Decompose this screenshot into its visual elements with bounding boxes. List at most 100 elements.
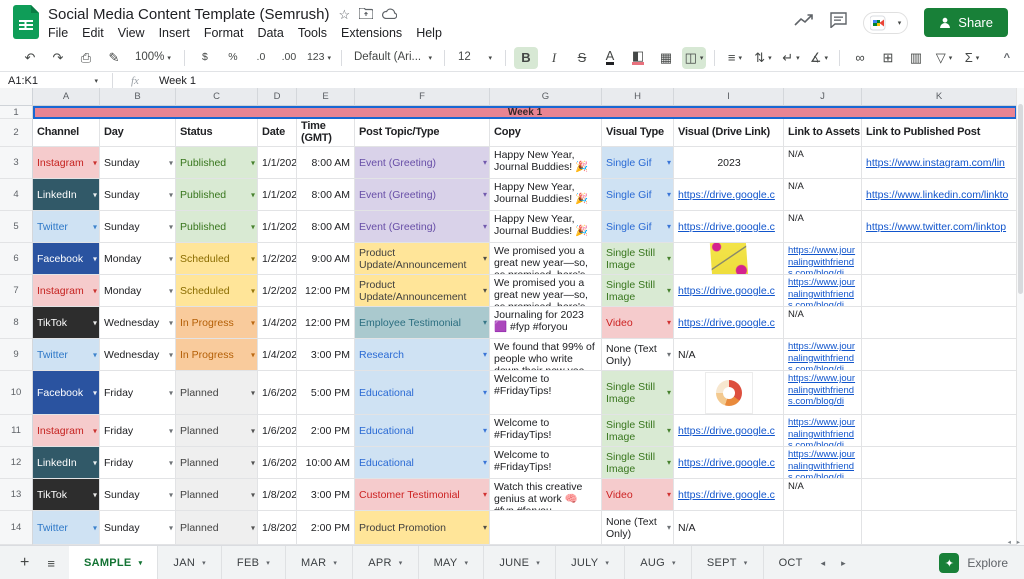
column-header-d[interactable]: D: [258, 88, 297, 106]
cell-date[interactable]: 1/2/2023: [258, 243, 297, 275]
row-number[interactable]: 12: [0, 447, 33, 479]
cell-link-to-assets[interactable]: N/A: [784, 307, 862, 339]
cell-status[interactable]: Published▾: [176, 147, 258, 179]
sheet-tab-apr[interactable]: APR▾: [353, 546, 418, 579]
cell-post-topic[interactable]: Product Update/Announcement▾: [355, 243, 490, 275]
merge-cells-icon[interactable]: ◫▾: [682, 47, 706, 69]
text-rotation-icon[interactable]: ∡▾: [807, 47, 831, 69]
cell-copy[interactable]: Watch this creative genius at work 🧠 #fy…: [490, 479, 602, 511]
menu-insert[interactable]: Insert: [152, 25, 197, 41]
cell-copy[interactable]: Welcome to #FridayTips!: [490, 415, 602, 447]
cell-date[interactable]: 1/8/2023: [258, 511, 297, 545]
cell-status[interactable]: Planned▾: [176, 415, 258, 447]
row-number[interactable]: 1: [0, 106, 33, 119]
sheet-tab-oct[interactable]: OCT: [764, 546, 813, 579]
sheet-tab-jan[interactable]: JAN▾: [158, 546, 222, 579]
star-icon[interactable]: ☆: [339, 8, 351, 21]
cell-link-to-published-post[interactable]: [862, 339, 1017, 371]
cell-date[interactable]: 1/4/2023: [258, 339, 297, 371]
column-header-f[interactable]: F: [355, 88, 490, 106]
explore-button[interactable]: ✦ Explore: [939, 553, 1008, 573]
cell-visual-type[interactable]: Single Still Image▾: [602, 275, 674, 307]
horizontal-align-icon[interactable]: ≡▾: [723, 47, 747, 69]
cell-channel[interactable]: Instagram▾: [33, 147, 100, 179]
more-formats-icon[interactable]: 123▾: [305, 47, 333, 69]
cell-day[interactable]: Friday▾: [100, 371, 176, 415]
sheets-logo[interactable]: [13, 5, 39, 44]
cell-visual-drive-link[interactable]: [674, 243, 784, 275]
cell-copy[interactable]: Happy New Year, Journal Buddies! 🎉: [490, 211, 602, 243]
drive-link[interactable]: https://drive.google.c: [678, 489, 775, 501]
cell-link-to-assets[interactable]: https://www.journalingwithfriends.com/bl…: [784, 243, 862, 275]
row-number[interactable]: 8: [0, 307, 33, 339]
vertical-align-icon[interactable]: ⇅▾: [751, 47, 775, 69]
cell-status[interactable]: Scheduled▾: [176, 243, 258, 275]
cell-date[interactable]: 1/8/2023: [258, 479, 297, 511]
functions-icon[interactable]: Σ▾: [960, 47, 984, 69]
cell-time[interactable]: 8:00 AM: [297, 179, 355, 211]
assets-link[interactable]: https://www.journalingwithfriends.com/bl…: [788, 341, 858, 371]
sheet-tab-july[interactable]: JULY▾: [556, 546, 625, 579]
activity-history-icon[interactable]: [794, 13, 814, 32]
donut-chart-thumbnail[interactable]: [705, 372, 753, 414]
dropdown-arrow-icon[interactable]: ▾: [536, 559, 540, 567]
cell-day[interactable]: Wednesday▾: [100, 307, 176, 339]
cell-visual-drive-link[interactable]: https://drive.google.c: [674, 211, 784, 243]
row-number[interactable]: 2: [0, 119, 33, 147]
dropdown-arrow-icon[interactable]: ▾: [202, 559, 206, 567]
decrease-decimal-icon[interactable]: .0: [249, 47, 273, 69]
cell-link-to-assets[interactable]: https://www.journalingwithfriends.com/bl…: [784, 275, 862, 307]
cell-channel[interactable]: LinkedIn▾: [33, 447, 100, 479]
cell-status[interactable]: In Progress▾: [176, 339, 258, 371]
cell-channel[interactable]: Instagram▾: [33, 415, 100, 447]
strikethrough-icon[interactable]: S: [570, 47, 594, 69]
cell-link-to-published-post[interactable]: https://www.linkedin.com/linkto: [862, 179, 1017, 211]
cell-post-topic[interactable]: Employee Testimonial▾: [355, 307, 490, 339]
cell-visual-drive-link[interactable]: N/A: [674, 511, 784, 545]
format-percent-icon[interactable]: %: [221, 47, 245, 69]
move-to-folder-icon[interactable]: [359, 8, 373, 21]
cell-date[interactable]: 1/1/2023: [258, 179, 297, 211]
cell-time[interactable]: 10:00 AM: [297, 447, 355, 479]
published-post-link[interactable]: https://www.linkedin.com/linkto: [866, 189, 1008, 201]
cell-time[interactable]: 9:00 AM: [297, 243, 355, 275]
cell-copy[interactable]: Journaling for 2023 🟪 #fyp #foryou: [490, 307, 602, 339]
cell-date[interactable]: 1/4/2023: [258, 307, 297, 339]
dropdown-arrow-icon[interactable]: ▾: [672, 559, 676, 567]
cell-channel[interactable]: LinkedIn▾: [33, 179, 100, 211]
row-number[interactable]: 9: [0, 339, 33, 371]
cell-channel[interactable]: TikTok▾: [33, 307, 100, 339]
cell-copy[interactable]: We found that 99% of people who write do…: [490, 339, 602, 371]
cell-copy[interactable]: We promised you a great new year—so, as …: [490, 275, 602, 307]
sticky-note-thumbnail[interactable]: [710, 243, 748, 275]
cell-visual-drive-link[interactable]: N/A: [674, 339, 784, 371]
assets-link[interactable]: https://www.journalingwithfriends.com/bl…: [788, 245, 858, 275]
cell-time[interactable]: 12:00 PM: [297, 275, 355, 307]
cell-link-to-published-post[interactable]: [862, 415, 1017, 447]
cell-link-to-published-post[interactable]: [862, 447, 1017, 479]
cell-time[interactable]: 2:00 PM: [297, 511, 355, 545]
cell-visual-type[interactable]: Single Still Image▾: [602, 371, 674, 415]
menu-file[interactable]: File: [41, 25, 75, 41]
cell-link-to-published-post[interactable]: https://www.twitter.com/linktop: [862, 211, 1017, 243]
sheet-tab-feb[interactable]: FEB▾: [222, 546, 286, 579]
cell-link-to-published-post[interactable]: https://www.instagram.com/lin: [862, 147, 1017, 179]
assets-link[interactable]: https://www.journalingwithfriends.com/bl…: [788, 449, 858, 479]
undo-icon[interactable]: ↶: [18, 47, 42, 69]
week-banner-cell[interactable]: Week 1: [33, 106, 1017, 119]
cell-day[interactable]: Monday▾: [100, 243, 176, 275]
row-number[interactable]: 11: [0, 415, 33, 447]
cell-link-to-published-post[interactable]: [862, 243, 1017, 275]
meet-dropdown-icon[interactable]: ▾: [898, 19, 902, 27]
cell-day[interactable]: Wednesday▾: [100, 339, 176, 371]
insert-chart-icon[interactable]: ▥: [904, 47, 928, 69]
select-all-corner[interactable]: [0, 88, 33, 106]
assets-link[interactable]: https://www.journalingwithfriends.com/bl…: [788, 277, 858, 307]
cell-visual-drive-link[interactable]: https://drive.google.c: [674, 307, 784, 339]
name-box[interactable]: A1:K1 ▾: [0, 75, 106, 87]
cell-copy[interactable]: Welcome to #FridayTips!: [490, 447, 602, 479]
cell-date[interactable]: 1/6/2023: [258, 415, 297, 447]
cell-post-topic[interactable]: Research▾: [355, 339, 490, 371]
menu-extensions[interactable]: Extensions: [334, 25, 409, 41]
meet-call-button[interactable]: ▾: [863, 12, 909, 34]
